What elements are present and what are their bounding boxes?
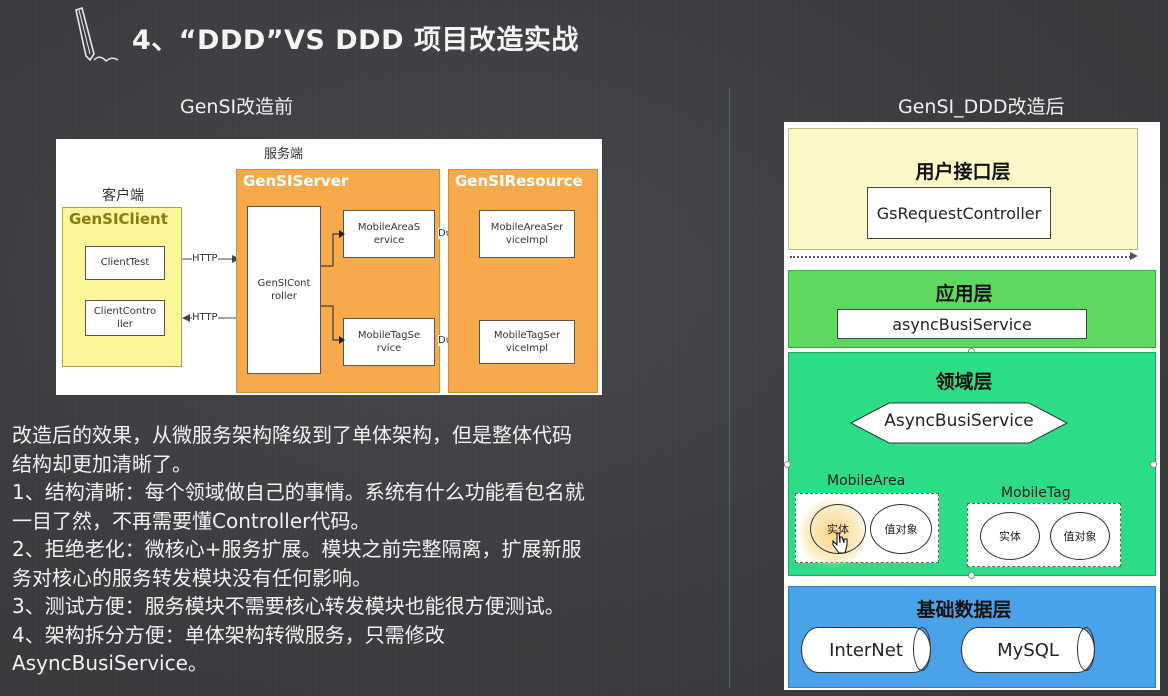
controller-arrows bbox=[321, 230, 345, 344]
mysql-store-label: MySQL bbox=[997, 639, 1059, 661]
body-line: 1、结构清晰：每个领域做自己的事情。系统有什么功能看包名就 bbox=[12, 480, 585, 504]
gs-request-controller: GsRequestController bbox=[867, 187, 1051, 239]
mobile-area-service-line2: ervice bbox=[373, 235, 405, 246]
right-heading: GenSI_DDD改造后 bbox=[898, 96, 1065, 118]
mobile-area-impl-line2: viceImpl bbox=[505, 235, 549, 246]
body-line: 3、测试方便：服务模块不需要核心转发模块也能很方便测试。 bbox=[12, 594, 565, 618]
infra-layer-title: 基础数据层 bbox=[916, 599, 1012, 621]
layer-separator bbox=[790, 256, 1134, 258]
mobile-tag-label: MobileTag bbox=[1001, 485, 1071, 501]
body-line: 改造后的效果，从微服务架构降级到了单体架构，但是整体代码 bbox=[12, 423, 572, 447]
connector-dot bbox=[968, 572, 975, 579]
mobile-tag-module: 实体 值对象 bbox=[967, 503, 1121, 567]
server-group: GenSIServer GenSICont roller MobileAreaS… bbox=[236, 169, 440, 393]
server-group-title: GenSIServer bbox=[243, 172, 349, 190]
body-line: 2、拒绝老化：微核心+服务扩展。模块之前完整隔离，扩展新服 bbox=[12, 537, 582, 561]
domain-service-label: AsyncBusiService bbox=[884, 411, 1034, 431]
internet-store-label: InterNet bbox=[829, 639, 903, 661]
mobile-tag-value-object: 值对象 bbox=[1050, 512, 1110, 560]
mobile-area-service-box: MobileAreaS ervice bbox=[343, 210, 435, 258]
after-diagram: 用户接口层 GsRequestController 应用层 asyncBusiS… bbox=[784, 122, 1160, 690]
client-group: GenSIClient ClientTest ClientContro ller bbox=[62, 207, 182, 367]
domain-layer: 领域层 AsyncBusiService MobileArea 实体 值对象 M… bbox=[788, 352, 1156, 576]
client-test-box: ClientTest bbox=[85, 246, 165, 280]
mobile-area-module: 实体 值对象 bbox=[795, 493, 939, 568]
ui-layer-title: 用户接口层 bbox=[915, 161, 1011, 183]
http-label-2: HTTP bbox=[192, 312, 218, 323]
body-line: AsyncBusiService。 bbox=[12, 651, 208, 675]
mobile-tag-impl-box: MobileTagSer viceImpl bbox=[479, 320, 575, 364]
client-controller-line2: ller bbox=[117, 319, 133, 330]
mysql-store: MySQL bbox=[961, 627, 1095, 673]
vertical-divider bbox=[729, 88, 730, 688]
app-layer-title: 应用层 bbox=[935, 283, 993, 305]
connector-dot bbox=[1150, 461, 1157, 468]
http-label-1: HTTP bbox=[192, 253, 218, 264]
client-side-label: 客户端 bbox=[102, 188, 144, 204]
async-busi-service-box: asyncBusiService bbox=[837, 309, 1087, 339]
mobile-tag-entity: 实体 bbox=[980, 512, 1040, 560]
separator-arrow-icon bbox=[1130, 252, 1138, 260]
body-text: 改造后的效果，从微服务架构降级到了单体架构，但是整体代码 结构却更加清晰了。 1… bbox=[12, 421, 722, 678]
app-layer: 应用层 asyncBusiService bbox=[788, 270, 1156, 348]
mobile-tag-service-box: MobileTagSe rvice bbox=[343, 318, 435, 366]
mobile-area-value-object: 值对象 bbox=[870, 504, 932, 554]
client-controller-line1: ClientContro bbox=[93, 305, 157, 317]
body-line: 务对核心的服务转发模块没有任何影响。 bbox=[12, 565, 372, 590]
resource-group: GenSIResource MobileAreaSer viceImpl Mob… bbox=[448, 169, 598, 393]
ui-layer: 用户接口层 GsRequestController bbox=[788, 128, 1138, 250]
mobile-tag-impl-line1: MobileTagSer bbox=[493, 329, 561, 341]
mobile-area-service-line1: MobileAreaS bbox=[357, 221, 421, 233]
before-diagram: 服务端 客户端 GenSIClient ClientTest ClientCon… bbox=[56, 139, 602, 395]
body-line: 4、架构拆分方便：单体架构转微服务，只需修改 bbox=[12, 622, 445, 647]
controller-line2: roller bbox=[271, 291, 297, 302]
body-line: 一目了然，不再需要懂Controller代码。 bbox=[12, 508, 371, 533]
controller-box: GenSICont roller bbox=[247, 206, 321, 374]
mobile-area-label: MobileArea bbox=[827, 473, 906, 489]
internet-store: InterNet bbox=[801, 627, 931, 673]
slide-title: 4、“DDD”VS DDD 项目改造实战 bbox=[132, 25, 579, 56]
resource-group-title: GenSIResource bbox=[455, 172, 583, 190]
left-heading: GenSI改造前 bbox=[180, 96, 294, 118]
mobile-area-impl-box: MobileAreaSer viceImpl bbox=[479, 210, 575, 258]
client-group-title: GenSIClient bbox=[69, 210, 168, 228]
infra-layer: 基础数据层 InterNet MySQL bbox=[788, 586, 1156, 688]
mobile-tag-service-line1: MobileTagSe bbox=[357, 329, 421, 341]
server-side-label: 服务端 bbox=[264, 147, 304, 162]
pencil-icon bbox=[68, 4, 122, 68]
controller-line1: GenSICont bbox=[257, 277, 311, 289]
client-controller-box: ClientContro ller bbox=[85, 300, 165, 336]
body-line: 结构却更加清晰了。 bbox=[12, 451, 192, 476]
mobile-area-impl-line1: MobileAreaSer bbox=[490, 221, 564, 233]
mobile-tag-service-line2: rvice bbox=[376, 343, 402, 354]
mobile-tag-impl-line2: viceImpl bbox=[505, 343, 549, 354]
mouse-cursor-icon bbox=[832, 532, 848, 554]
connector-dot bbox=[784, 461, 791, 468]
domain-layer-title: 领域层 bbox=[935, 371, 993, 393]
